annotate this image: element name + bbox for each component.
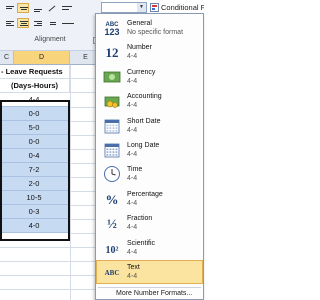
orientation-button[interactable] (45, 3, 57, 13)
align-bottom-button[interactable] (31, 3, 43, 13)
format-item-sample: 4-4 (127, 175, 138, 183)
text-format-icon: ABC (103, 263, 121, 281)
format-item-fraction[interactable]: ½ Fraction 4-4 (96, 211, 203, 235)
format-item-title: Number (127, 44, 152, 52)
percentage-icon: % (103, 190, 121, 208)
dropdown-arrow-icon[interactable]: ▼ (137, 3, 146, 12)
alignment-group-label: Alignment (34, 36, 66, 43)
align-middle-button[interactable] (17, 3, 29, 13)
column-header-d[interactable]: D (14, 51, 70, 65)
svg-text:10²: 10² (106, 245, 119, 256)
conditional-formatting-label: Conditional For (161, 2, 204, 12)
clock-icon (103, 165, 121, 183)
currency-icon (103, 68, 121, 86)
data-cell[interactable]: 5-0 (0, 121, 68, 135)
svg-text:½: ½ (107, 216, 117, 231)
format-item-currency[interactable]: Currency 4-4 (96, 65, 203, 89)
format-item-short-date[interactable]: Short Date 4-4 (96, 114, 203, 138)
header-cell-days-hours[interactable]: (Days-Hours) (0, 79, 70, 93)
format-item-number[interactable]: 12 Number 4-4 (96, 40, 203, 64)
column-header-c[interactable]: C (0, 51, 14, 65)
align-left-button[interactable] (3, 18, 15, 28)
format-item-sample: 4-4 (127, 151, 138, 158)
format-item-time[interactable]: Time 4-4 (96, 162, 203, 186)
number-format-combo[interactable]: ▼ (101, 2, 147, 13)
data-cell[interactable]: 4-4 (0, 93, 68, 107)
format-item-sample: 4-4 (127, 102, 138, 110)
format-item-title: Scientific (127, 239, 156, 247)
conditional-formatting-button[interactable]: Conditional For (150, 1, 204, 13)
align-right-button[interactable] (31, 18, 43, 28)
conditional-formatting-icon (150, 2, 159, 12)
accounting-icon (103, 92, 121, 110)
more-number-formats-label: More Number Formats... (116, 290, 193, 297)
format-item-sample: 4-4 (127, 248, 138, 256)
format-item-sample: 4-4 (127, 126, 138, 134)
svg-text:ABC: ABC (105, 269, 120, 277)
data-cell[interactable]: 10-5 (0, 191, 68, 205)
format-item-sample: 4-4 (127, 53, 138, 61)
data-cell[interactable]: 0-4 (0, 149, 68, 163)
data-cell[interactable]: 7-2 (0, 163, 68, 177)
align-center-button[interactable] (17, 18, 29, 28)
long-date-calendar-icon (103, 141, 121, 159)
header-row-2: (Days-Hours) (0, 79, 102, 93)
format-item-title: Fraction (127, 215, 153, 223)
format-item-general[interactable]: ABC 123 General No specific format (96, 16, 203, 40)
align-top-button[interactable] (3, 3, 15, 13)
worksheet-grid[interactable]: C D E - Leave Requests (Days-Hours) 4-4 0… (0, 51, 102, 300)
ribbon-alignment-group: Alignment ↘ (0, 0, 102, 51)
format-item-title: General (127, 20, 152, 27)
number-format-icon: 12 (103, 43, 121, 61)
svg-text:%: % (106, 192, 119, 207)
format-item-title: Percentage (127, 190, 163, 198)
general-format-icon: ABC 123 (103, 19, 121, 37)
format-item-title: Currency (127, 68, 156, 76)
number-format-dropdown: ABC 123 General No specific format 12 Number 4… (95, 13, 204, 300)
vertical-align-buttons (3, 3, 77, 13)
format-item-title: Text (127, 264, 140, 271)
format-item-percentage[interactable]: % Percentage 4-4 (96, 187, 203, 211)
more-number-formats-item[interactable]: More Number Formats... (96, 289, 203, 299)
format-item-sample: 4-4 (127, 273, 138, 280)
svg-text:12: 12 (106, 45, 119, 60)
svg-text:123: 123 (104, 27, 119, 37)
menu-separator (98, 287, 201, 288)
horizontal-align-buttons (3, 18, 77, 28)
header-cell-leave-requests[interactable]: - Leave Requests (0, 65, 70, 79)
format-item-title: Short Date (127, 117, 161, 125)
merge-center-button[interactable] (59, 18, 77, 28)
data-cell[interactable]: 2-0 (0, 177, 68, 191)
format-item-accounting[interactable]: Accounting 4-4 (96, 89, 203, 113)
format-item-long-date[interactable]: Long Date 4-4 (96, 138, 203, 162)
data-cell[interactable]: 0-3 (0, 205, 68, 219)
format-item-title: Time (127, 166, 143, 174)
data-cell[interactable]: 0-0 (0, 135, 68, 149)
format-item-title: Long Date (127, 142, 160, 149)
scientific-icon: 10² (103, 239, 121, 257)
short-date-calendar-icon (103, 117, 121, 135)
data-cell[interactable]: 0-0 (0, 107, 68, 121)
wrap-text-button[interactable] (59, 3, 77, 13)
format-item-text[interactable]: ABC Text 4-4 (96, 260, 203, 284)
data-cell[interactable]: 4-0 (0, 219, 68, 233)
format-item-sample: 4-4 (127, 77, 138, 85)
format-item-sample: No specific format (127, 29, 184, 36)
format-item-title: Accounting (127, 93, 162, 101)
format-item-sample: 4-4 (127, 199, 138, 207)
header-row-1: - Leave Requests (0, 65, 102, 79)
fraction-icon: ½ (103, 214, 121, 232)
decrease-indent-button[interactable] (45, 18, 57, 28)
format-item-sample: 4-4 (127, 224, 138, 232)
format-item-scientific[interactable]: 10² Scientific 4-4 (96, 236, 203, 260)
